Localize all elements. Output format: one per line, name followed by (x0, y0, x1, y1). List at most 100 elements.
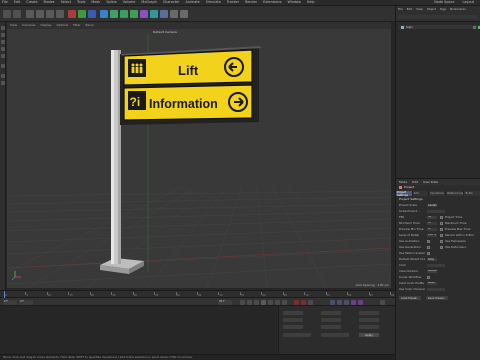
menu-item-animate[interactable]: Animate (186, 0, 200, 4)
model-mode-icon[interactable] (1, 26, 5, 30)
menu-item-mesh[interactable]: Mesh (91, 0, 100, 4)
material-manager[interactable] (0, 306, 277, 354)
object-manager[interactable]: Sign (396, 22, 480, 178)
object-row-sign[interactable]: Sign (399, 25, 480, 29)
attr-value[interactable]: 0 F (427, 221, 437, 225)
size-x-field[interactable] (321, 311, 341, 315)
menu-item-tools[interactable]: Tools (77, 0, 85, 4)
attr-checkbox-right[interactable] (440, 221, 443, 225)
menu-item-select[interactable]: Select (61, 0, 71, 4)
om-menu-object[interactable]: Object (427, 8, 436, 11)
undo-icon[interactable] (3, 10, 11, 18)
select-tool-icon[interactable] (26, 10, 34, 18)
attr-checkbox[interactable] (427, 251, 430, 255)
attr-value[interactable] (427, 287, 445, 291)
rotation-b-field[interactable] (359, 325, 379, 329)
play-icon[interactable] (261, 299, 266, 305)
menu-item-edit[interactable]: Edit (14, 0, 21, 4)
size-mode-select[interactable] (321, 333, 349, 337)
menu-item-file[interactable]: File (2, 0, 8, 4)
current-frame-field[interactable]: 0 F (3, 299, 17, 305)
position-key-icon[interactable] (330, 299, 335, 305)
menu-item-help[interactable]: Help (307, 0, 315, 4)
tab-4[interactable]: To Do (464, 191, 480, 196)
attr-checkbox-right[interactable] (440, 245, 443, 249)
timeline-settings-icon[interactable] (380, 299, 385, 305)
size-z-field[interactable] (321, 325, 341, 329)
rotate-tool-icon[interactable] (56, 10, 64, 18)
menu-item-volume[interactable]: Volume (123, 0, 136, 4)
menu-item-simulate[interactable]: Simulate (206, 0, 221, 4)
edges-mode-icon[interactable] (1, 47, 5, 51)
attr-value[interactable]: 1 Centimeters (427, 203, 437, 207)
menu-item-spline[interactable]: Spline (106, 0, 116, 4)
workplane-icon[interactable] (1, 81, 5, 85)
snap-icon[interactable] (1, 74, 5, 78)
record-icon[interactable] (294, 299, 299, 305)
menu-right-item-0[interactable]: Node Space (434, 0, 454, 4)
cloner-icon[interactable] (130, 10, 138, 18)
attr-menu-2[interactable]: User Data (423, 180, 438, 184)
end-frame-field[interactable]: 90 F (218, 299, 232, 305)
next-frame-icon[interactable] (268, 299, 273, 305)
points-mode-icon[interactable] (1, 40, 5, 44)
redo-icon[interactable] (13, 10, 21, 18)
attr-menu-0[interactable]: Mode (399, 180, 407, 184)
apply-button[interactable]: Apply (359, 333, 379, 337)
spline-pen-icon[interactable] (110, 10, 118, 18)
cube-icon[interactable] (100, 10, 108, 18)
axis-x-icon[interactable] (68, 10, 76, 18)
attr-value[interactable]: Medium (427, 269, 437, 273)
attr-value[interactable]: sRGB (427, 281, 437, 285)
size-y-field[interactable] (321, 318, 341, 322)
attr-value[interactable]: 0 F (427, 227, 437, 231)
subdivision-icon[interactable] (120, 10, 128, 18)
menu-right-item-1[interactable]: Layout (462, 0, 474, 4)
tab-3[interactable]: Referencing (446, 191, 465, 196)
attr-value[interactable]: 100 % (427, 233, 437, 237)
rotation-h-field[interactable] (359, 311, 379, 315)
attr-value[interactable] (427, 209, 445, 213)
menu-item-window[interactable]: Window (287, 0, 300, 4)
axis-y-icon[interactable] (78, 10, 86, 18)
axis-z-icon[interactable] (88, 10, 96, 18)
axis-mode-icon[interactable] (1, 64, 5, 68)
position-x-field[interactable] (283, 311, 303, 315)
load-preset-button[interactable]: Load Preset... (399, 296, 421, 300)
autokey-icon[interactable] (301, 299, 306, 305)
position-y-field[interactable] (283, 318, 303, 322)
field-icon[interactable] (150, 10, 158, 18)
scale-tool-icon[interactable] (46, 10, 54, 18)
goto-end-icon[interactable] (282, 299, 287, 305)
menu-item-modes[interactable]: Modes (44, 0, 55, 4)
attr-checkbox-right[interactable] (440, 227, 443, 231)
tab-0[interactable]: Project Settings (396, 190, 413, 196)
coordinate-mode-select[interactable] (283, 333, 311, 337)
visibility-dot-icon[interactable] (473, 25, 476, 29)
scale-key-icon[interactable] (344, 299, 349, 305)
texture-mode-icon[interactable] (1, 33, 5, 37)
scene-icon[interactable] (160, 10, 168, 18)
rotation-key-icon[interactable] (337, 299, 342, 305)
attr-checkbox-right[interactable] (440, 233, 443, 237)
attr-checkbox[interactable] (427, 275, 430, 279)
position-z-field[interactable] (283, 325, 303, 329)
attr-value[interactable] (427, 263, 445, 267)
attr-checkbox-right[interactable] (440, 215, 443, 219)
attr-checkbox[interactable] (427, 245, 430, 249)
keyframe-selection-icon[interactable] (308, 299, 313, 305)
om-menu-file[interactable]: File (398, 8, 403, 11)
next-key-icon[interactable] (275, 299, 280, 305)
attr-value[interactable]: 30 (427, 215, 437, 219)
timeline-ruler[interactable]: 0 5 10 15 20 25 30 35 40 45 50 55 60 65 70 75 80 85 90 (0, 290, 395, 298)
param-key-icon[interactable] (351, 299, 356, 305)
timeline-playhead[interactable] (4, 291, 5, 298)
om-menu-view[interactable]: View (416, 8, 423, 11)
pla-key-icon[interactable] (358, 299, 363, 305)
rotation-p-field[interactable] (359, 318, 379, 322)
camera-icon[interactable] (170, 10, 178, 18)
menu-item-tracker[interactable]: Tracker (227, 0, 239, 4)
start-frame-field[interactable]: 0 F (19, 299, 33, 305)
goto-start-icon[interactable] (240, 299, 245, 305)
attr-checkbox[interactable] (427, 239, 430, 243)
